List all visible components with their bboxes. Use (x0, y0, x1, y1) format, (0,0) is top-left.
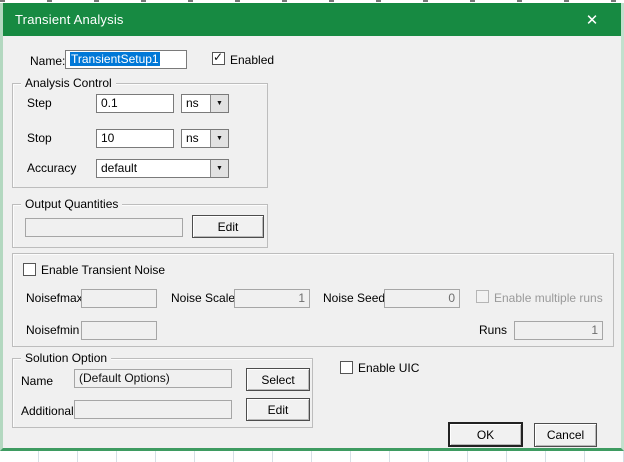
stop-label: Stop (27, 131, 52, 145)
solution-additional-field (74, 400, 232, 419)
solution-name-field: (Default Options) (74, 369, 232, 388)
step-unit-dropdown[interactable]: ns ▼ (181, 94, 229, 113)
noise-seed-label: Noise Seed (323, 291, 386, 305)
transient-noise-group: Enable Transient Noise Noisefmax Noise S… (12, 253, 614, 347)
solution-name-label: Name (21, 374, 54, 388)
noise-scale-input: 1 (234, 289, 310, 308)
stop-input[interactable]: 10 (96, 129, 174, 148)
output-quantities-group: Output Quantities Edit (12, 197, 268, 248)
analysis-control-title: Analysis Control (21, 76, 116, 91)
name-input-selected-text: TransientSetup1 (70, 52, 160, 66)
step-unit-value: ns (186, 96, 199, 110)
cancel-button[interactable]: Cancel (534, 423, 597, 447)
chevron-down-icon[interactable]: ▼ (210, 160, 228, 177)
analysis-control-group: Analysis Control Step 0.1 ns ▼ Stop 10 n… (12, 76, 268, 188)
solution-option-title: Solution Option (21, 351, 112, 366)
solution-additional-label: Additional (21, 404, 74, 418)
noisefmax-input (81, 289, 157, 308)
enabled-checkbox[interactable]: ✓ (212, 50, 225, 65)
enable-transient-noise-checkbox[interactable] (23, 263, 36, 276)
output-quantities-title: Output Quantities (21, 197, 123, 212)
solution-select-button[interactable]: Select (246, 368, 310, 391)
noisefmin-input (81, 321, 157, 340)
runs-input: 1 (514, 321, 603, 340)
transient-analysis-dialog: Transient Analysis ✕ Name: TransientSetu… (0, 3, 624, 451)
stop-unit-dropdown[interactable]: ns ▼ (181, 129, 229, 148)
noisefmin-label: Noisefmin (26, 323, 80, 337)
output-quantities-edit-button[interactable]: Edit (192, 215, 264, 238)
document-crop-artifact-bottom (0, 451, 624, 462)
dialog-titlebar: Transient Analysis (3, 3, 621, 36)
accuracy-value: default (101, 161, 138, 175)
enable-uic-checkbox[interactable] (340, 361, 353, 374)
solution-edit-button[interactable]: Edit (246, 398, 310, 421)
runs-label: Runs (479, 323, 508, 337)
ok-button[interactable]: OK (448, 422, 523, 447)
dialog-title: Transient Analysis (15, 12, 124, 27)
name-label: Name: (30, 54, 66, 68)
noise-seed-input: 0 (384, 289, 460, 308)
close-icon[interactable]: ✕ (577, 3, 607, 36)
output-quantities-field (25, 218, 183, 237)
checkmark-icon: ✓ (213, 50, 224, 64)
enable-multiple-runs-checkbox (476, 290, 489, 303)
solution-option-group: Solution Option Name (Default Options) S… (12, 351, 313, 428)
noise-scale-label: Noise Scale (171, 291, 236, 305)
enable-multiple-runs-label: Enable multiple runs (494, 291, 603, 305)
chevron-down-icon[interactable]: ▼ (210, 95, 228, 112)
name-input[interactable]: TransientSetup1 (65, 50, 187, 69)
enable-uic-label: Enable UIC (358, 361, 420, 375)
chevron-down-icon[interactable]: ▼ (210, 130, 228, 147)
accuracy-dropdown[interactable]: default ▼ (96, 159, 229, 178)
accuracy-label: Accuracy (27, 161, 77, 175)
noisefmax-label: Noisefmax (26, 291, 83, 305)
enabled-label: Enabled (230, 53, 275, 67)
step-input[interactable]: 0.1 (96, 94, 174, 113)
enable-transient-noise-label: Enable Transient Noise (41, 263, 166, 277)
screenshot-root: Transient Analysis ✕ Name: TransientSetu… (0, 0, 624, 462)
step-label: Step (27, 96, 52, 110)
stop-unit-value: ns (186, 131, 199, 145)
